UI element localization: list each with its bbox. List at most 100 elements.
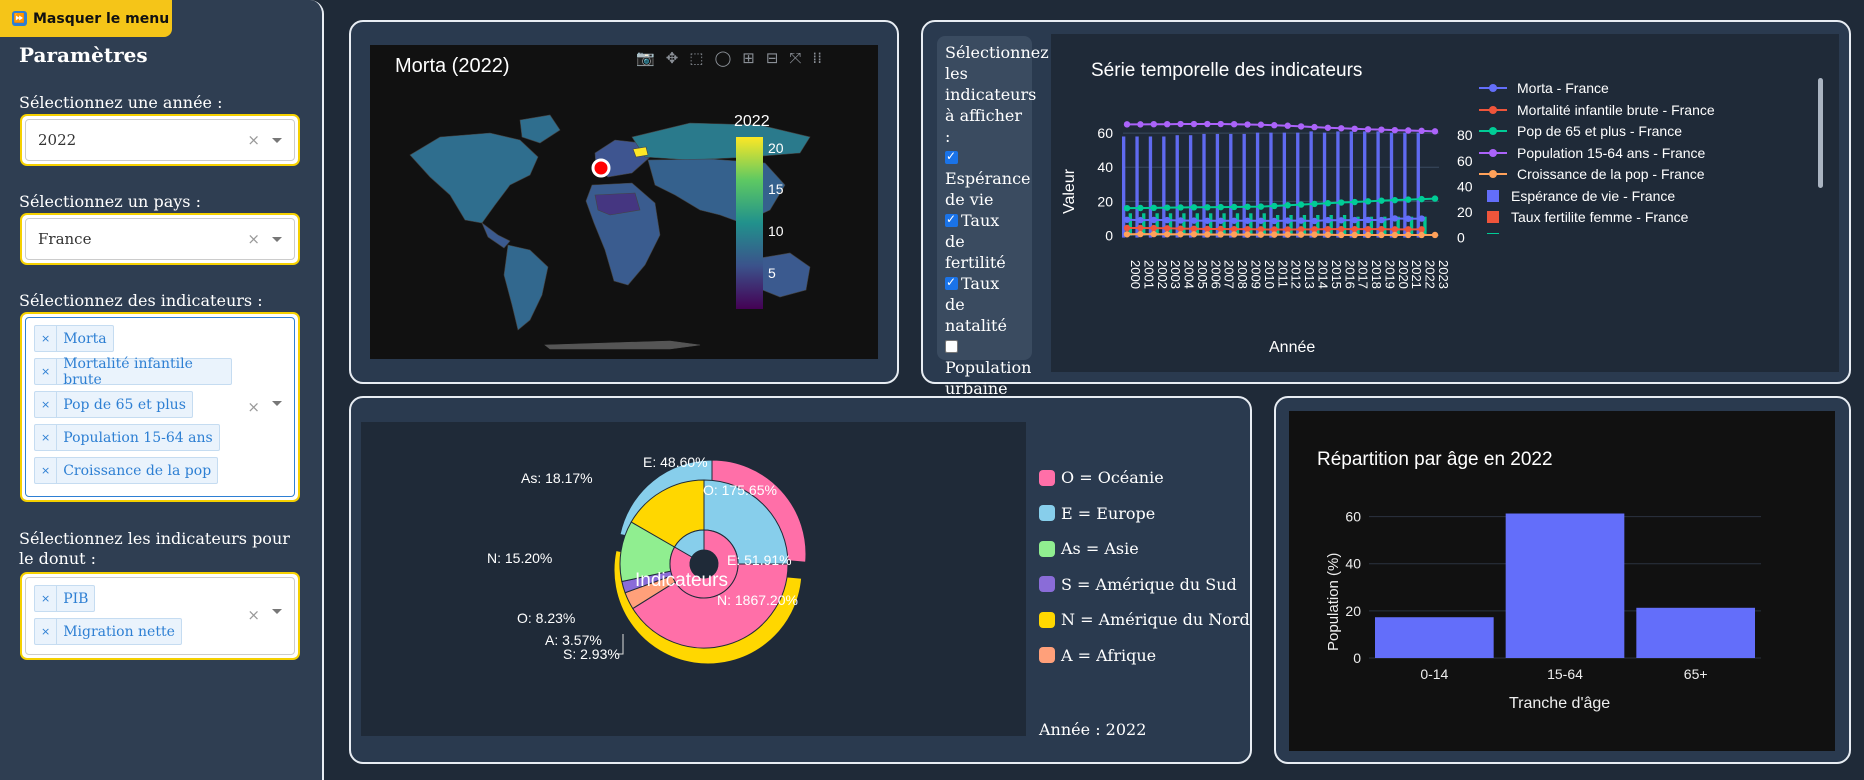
series-point (1364, 216, 1372, 224)
donut-legend-item[interactable]: As = Asie (1039, 539, 1139, 558)
age-bar-chart[interactable]: Répartition par âge en 2022 0 20 40 60 0-14 1… (1289, 411, 1835, 751)
remove-chip-icon[interactable]: × (35, 586, 58, 611)
donut-multiselect[interactable]: × × PIB × Migration nette (20, 572, 300, 660)
timeseries-ylabel: Valeur (1061, 168, 1078, 214)
donut-legend-item[interactable]: E = Europe (1039, 504, 1155, 523)
checklist-item[interactable]: Population urbaine (945, 336, 1031, 399)
donut-legend-item[interactable]: S = Amérique du Sud (1039, 575, 1237, 594)
choropleth-map[interactable]: Morta (2022) 📷 ✥ ⬚ ◯ ⊞ ⊟ ⤧ ⁞⁞ 2022 20 15… (370, 45, 878, 359)
legend-item[interactable]: Croissance de la pop - France (1479, 166, 1705, 182)
colorbar-tick: 10 (768, 223, 784, 239)
legend-item[interactable]: Mortalité infantile brute - France (1479, 102, 1715, 118)
legend-dot-icon (1489, 148, 1497, 157)
legend-item[interactable]: Taux fertilite femme - France (1479, 209, 1688, 225)
legend-square-icon (1487, 189, 1499, 202)
series-point (1364, 126, 1372, 133)
clear-donut-icon[interactable]: × (247, 606, 260, 624)
legend-label: Croissance de la pop - France (1517, 166, 1705, 182)
legend-line-icon (1479, 105, 1507, 114)
donut-center-label: Indicateurs (635, 570, 728, 591)
legend-scrollbar[interactable] (1818, 78, 1823, 188)
legend-item[interactable]: Natalite - France (1479, 231, 1614, 234)
year-dropdown[interactable]: 2022 × (20, 114, 300, 166)
x-tick-label: 2015 (1329, 260, 1344, 289)
greenland-shape (519, 114, 561, 144)
series-point (1418, 195, 1425, 203)
legend-swatch-icon (1039, 647, 1055, 663)
hide-menu-button[interactable]: ⏩ Masquer le menu (0, 0, 172, 37)
indicators-multiselect[interactable]: × × Morta × Mortalité infantile brute × Pop d… (20, 312, 300, 502)
checkbox[interactable] (945, 272, 958, 293)
donut-chart[interactable]: Indicateurs E: 48.60% O: 175.65% As: 18.17… (361, 422, 1026, 736)
checkbox[interactable] (945, 146, 958, 167)
series-point (1351, 231, 1358, 239)
asia-shape (647, 158, 786, 224)
checkbox[interactable] (945, 209, 958, 230)
series-point (1351, 225, 1358, 233)
remove-chip-icon[interactable]: × (35, 392, 58, 417)
series-point (1284, 231, 1291, 238)
series-point (1204, 217, 1211, 224)
series-point (1284, 202, 1291, 209)
donut-legend-item[interactable]: A = Afrique (1039, 646, 1156, 665)
x-tick-label: 2018 (1369, 260, 1384, 289)
remove-chip-icon[interactable]: × (35, 359, 58, 384)
slice-label: N: 1867.20% (717, 592, 798, 608)
series-point (1271, 202, 1278, 210)
y-tick-label: 60 (1097, 125, 1113, 141)
series-point (1311, 217, 1318, 225)
series-point (1150, 216, 1157, 224)
series-point (1150, 224, 1157, 232)
series-point (1163, 216, 1171, 224)
series-point (1137, 224, 1144, 232)
chip-label: Population 15-64 ans (63, 429, 213, 446)
series-line (1127, 123, 1436, 133)
indicators-label: Sélectionnez des indicateurs : (19, 291, 263, 310)
legend-item[interactable]: Espérance de vie - France (1479, 188, 1675, 204)
country-dropdown[interactable]: France × (20, 213, 300, 265)
series-point (1163, 231, 1171, 238)
legend-item[interactable]: Pop de 65 et plus - France (1479, 123, 1682, 139)
remove-chip-icon[interactable]: × (35, 458, 58, 483)
series-point (1405, 231, 1412, 239)
remove-chip-icon[interactable]: × (35, 326, 58, 351)
series-point (1297, 201, 1305, 208)
series-point (1284, 217, 1291, 224)
donut-legend-item[interactable]: N = Amérique du Nord (1039, 610, 1250, 629)
x-tick-label: 15-64 (1547, 666, 1583, 682)
donut-legend-item[interactable]: O = Océanie (1039, 468, 1164, 487)
checklist-item[interactable]: Taux de fertilité (945, 209, 1024, 273)
series-point (1391, 126, 1399, 134)
chevron-down-icon[interactable] (272, 609, 282, 614)
legend-label: Taux fertilite femme - France (1511, 209, 1689, 225)
chevron-down-icon[interactable] (272, 237, 282, 242)
colorbar-title: 2022 (734, 113, 770, 130)
clear-indicators-icon[interactable]: × (247, 398, 260, 416)
legend-swatch-icon (1039, 576, 1055, 592)
series-point (1271, 217, 1278, 225)
series-point (1297, 231, 1305, 238)
chevron-down-icon[interactable] (272, 401, 282, 406)
checkbox[interactable] (945, 340, 958, 353)
south-america-shape (503, 244, 549, 331)
x-tick-label: 2000 (1128, 260, 1143, 289)
chevron-down-icon[interactable] (272, 138, 282, 143)
checklist-item[interactable]: Espérance de vie (945, 146, 1031, 210)
timeseries-chart[interactable]: Série temporelle des indicateurs 0 20 40 60… (1051, 34, 1839, 372)
legend-item[interactable]: Population 15-64 ans - France (1479, 145, 1705, 161)
clear-country-icon[interactable]: × (247, 230, 260, 248)
legend-line-icon (1479, 84, 1507, 92)
series-point (1324, 124, 1332, 131)
chip-label: Mortalité infantile brute (63, 355, 193, 388)
checklist-item[interactable]: Taux de natalité (945, 272, 1024, 336)
series-point (1378, 231, 1385, 239)
donut-legend-label: E = Europe (1061, 503, 1156, 523)
age-xlabel: Tranche d'âge (1509, 695, 1611, 712)
x-tick-label: 2005 (1195, 260, 1210, 289)
remove-chip-icon[interactable]: × (35, 425, 58, 450)
series-point (1324, 200, 1332, 207)
clear-year-icon[interactable]: × (247, 131, 260, 149)
legend-item[interactable]: Morta - France (1479, 80, 1609, 96)
remove-chip-icon[interactable]: × (35, 619, 58, 644)
series-point (1177, 231, 1184, 238)
